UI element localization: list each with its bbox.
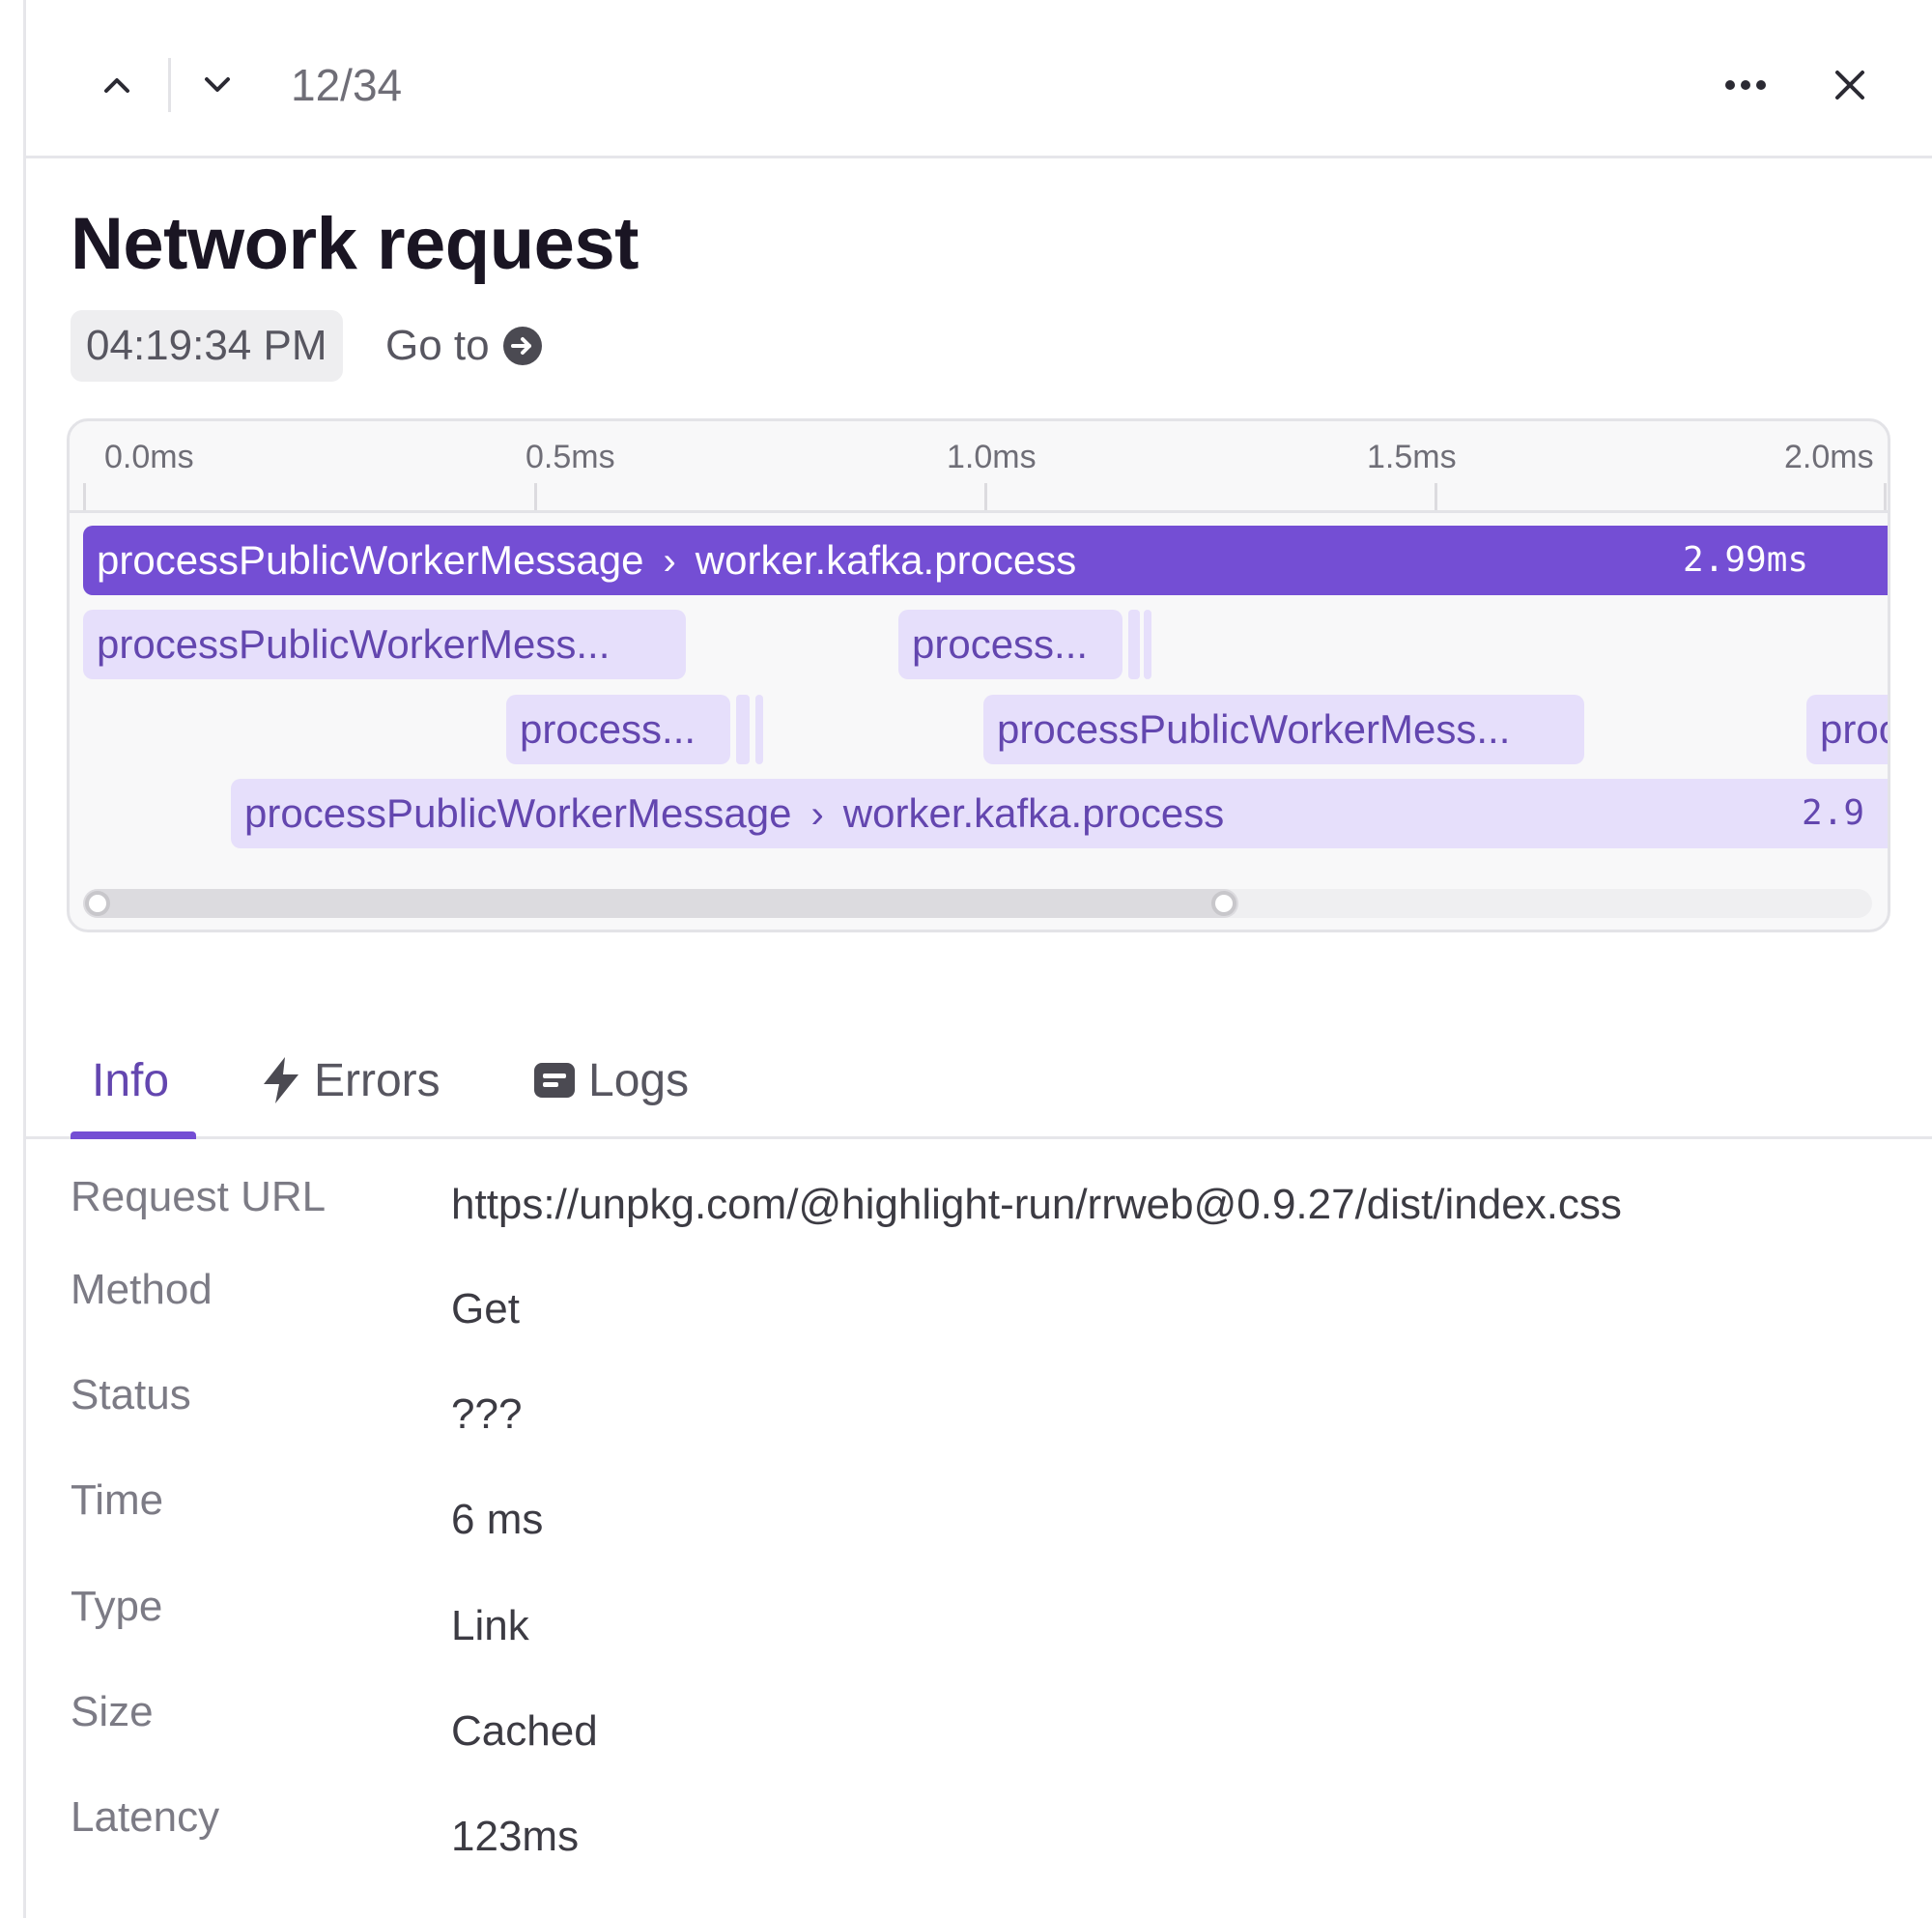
timeline-scroll-thumb[interactable]: [83, 889, 1238, 918]
event-counter: 12/34: [291, 60, 403, 110]
time-ruler: 0.0ms 0.5ms 1.0ms 1.5ms 2.0ms: [70, 421, 1888, 513]
span-bar[interactable]: process...: [898, 610, 1122, 679]
info-row-size: Size Cached: [71, 1688, 1932, 1765]
info-row-time: Time 6 ms: [71, 1476, 1932, 1554]
info-row-latency: Latency 123ms: [71, 1793, 1932, 1871]
tick-label: 1.0ms: [947, 439, 1037, 475]
tick-mark: [1435, 483, 1437, 510]
info-value: Get: [451, 1285, 520, 1332]
lightning-icon: [264, 1057, 298, 1103]
tick-label: 1.5ms: [1367, 439, 1457, 475]
span-bar[interactable]: proc: [1806, 695, 1888, 764]
span-name: process...: [912, 621, 1089, 667]
span-name: processPublicWorkerMess...: [97, 621, 611, 667]
span-name: processPublicWorkerMessage: [244, 790, 792, 836]
span-bar[interactable]: processPublicWorkerMessage › worker.kafka.…: [231, 779, 1888, 848]
tab-errors[interactable]: Errors: [262, 1024, 440, 1136]
arrow-right-circle-icon: [502, 327, 542, 365]
event-details-panel: 12/34 Network request 04:19:34 PM Go to: [23, 0, 1932, 1918]
info-value: https://unpkg.com/@highlight-run/rrweb@0…: [451, 1181, 1622, 1228]
tick-mark: [83, 483, 86, 510]
more-horizontal-icon: [1725, 80, 1766, 90]
scroll-handle-end[interactable]: [1211, 891, 1236, 916]
span-name: process...: [520, 706, 696, 752]
span-name: processPublicWorkerMess...: [997, 706, 1511, 752]
scroll-handle-start[interactable]: [85, 891, 110, 916]
span-bar-sliver[interactable]: [736, 695, 750, 764]
span-bar-sliver[interactable]: [1128, 610, 1140, 679]
more-options-button[interactable]: [1717, 58, 1775, 112]
info-row-request-url: Request URL https://unpkg.com/@highlight…: [71, 1173, 1932, 1250]
span-duration: 2.99ms: [1683, 540, 1809, 580]
tab-label: Logs: [588, 1054, 690, 1106]
panel-header: 12/34: [26, 0, 1932, 158]
info-value: 123ms: [451, 1813, 580, 1860]
info-label: Method: [71, 1266, 213, 1313]
next-event-button[interactable]: [190, 58, 244, 112]
info-value: Cached: [451, 1707, 598, 1755]
info-label: Size: [71, 1688, 154, 1735]
info-row-method: Method Get: [71, 1266, 1932, 1343]
tab-info[interactable]: Info: [92, 1024, 169, 1136]
detail-tabs: Info Errors Logs: [26, 1024, 1932, 1139]
info-value: 6 ms: [451, 1496, 544, 1543]
close-icon: [1835, 71, 1864, 100]
info-row-status: Status ???: [71, 1371, 1932, 1448]
tick-label: 2.0ms: [1784, 439, 1874, 475]
chevron-right-icon: ›: [810, 793, 824, 836]
tick-mark: [984, 483, 987, 510]
trace-flame-graph[interactable]: 0.0ms 0.5ms 1.0ms 1.5ms 2.0ms processPub…: [67, 418, 1890, 932]
info-label: Status: [71, 1371, 191, 1418]
info-label: Request URL: [71, 1173, 327, 1220]
span-name: proc: [1820, 706, 1888, 752]
tick-label: 0.0ms: [104, 439, 194, 475]
span-bar-selected[interactable]: processPublicWorkerMessage › worker.kafka.…: [83, 526, 1888, 595]
chevron-up-icon: [104, 78, 129, 93]
tab-label: Errors: [314, 1054, 440, 1106]
log-icon: [534, 1063, 575, 1098]
go-to-label: Go to: [385, 322, 490, 369]
span-child-name: worker.kafka.process: [695, 537, 1077, 583]
tick-mark: [534, 483, 537, 510]
tick-mark: [1884, 483, 1887, 510]
active-tab-indicator: [71, 1131, 196, 1139]
page-title: Network request: [71, 203, 639, 285]
chevron-down-icon: [205, 77, 230, 92]
info-label: Latency: [71, 1793, 220, 1841]
tab-logs[interactable]: Logs: [534, 1024, 689, 1136]
span-bar-sliver[interactable]: [1144, 610, 1151, 679]
span-name: processPublicWorkerMessage: [97, 537, 644, 583]
timestamp-badge: 04:19:34 PM: [71, 310, 343, 382]
info-value: Link: [451, 1602, 529, 1649]
info-label: Time: [71, 1476, 164, 1524]
span-bar[interactable]: processPublicWorkerMess...: [83, 610, 686, 679]
tab-label: Info: [92, 1054, 170, 1106]
close-button[interactable]: [1821, 58, 1879, 112]
span-bar-sliver[interactable]: [755, 695, 763, 764]
info-row-type: Type Link: [71, 1583, 1932, 1660]
span-bar[interactable]: processPublicWorkerMess...: [983, 695, 1584, 764]
nav-divider: [168, 58, 171, 112]
previous-event-button[interactable]: [90, 58, 144, 112]
span-duration: 2.9: [1802, 793, 1865, 833]
span-child-name: worker.kafka.process: [842, 790, 1225, 836]
info-value: ???: [451, 1390, 523, 1438]
timeline-scrollbar[interactable]: [83, 889, 1872, 918]
info-label: Type: [71, 1583, 163, 1630]
span-bar[interactable]: process...: [506, 695, 730, 764]
go-to-button[interactable]: Go to: [385, 310, 542, 382]
tick-label: 0.5ms: [526, 439, 615, 475]
chevron-right-icon: ›: [663, 540, 676, 583]
